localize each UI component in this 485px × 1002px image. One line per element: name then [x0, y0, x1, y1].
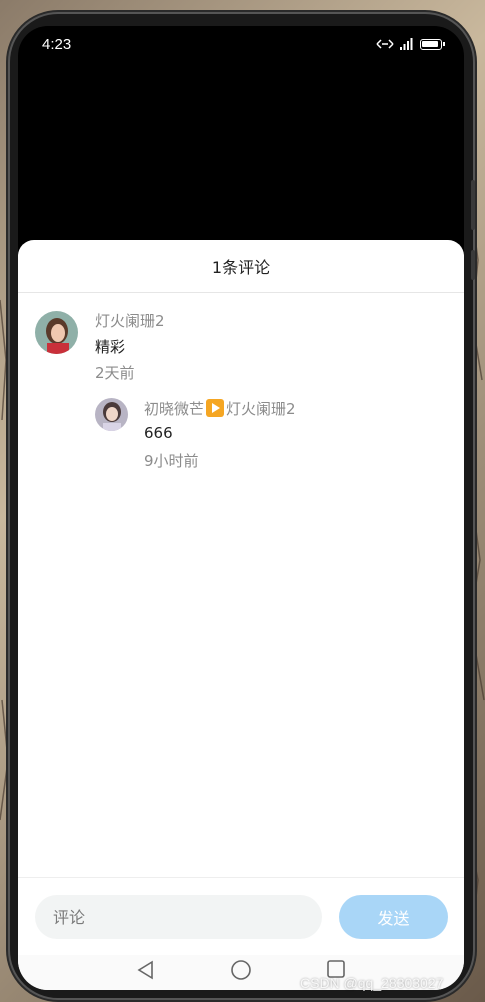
battery-icon [420, 38, 445, 50]
comment-input[interactable] [35, 895, 322, 939]
home-icon[interactable] [230, 959, 252, 981]
avatar[interactable] [35, 311, 78, 354]
comment-input-bar: 发送 [18, 877, 464, 955]
status-time: 4:23 [42, 36, 72, 53]
avatar-image [35, 311, 78, 354]
reply-target[interactable]: 灯火阑珊2 [226, 400, 296, 418]
avatar[interactable] [95, 398, 128, 431]
avatar-image [95, 398, 128, 431]
reply-text: 666 [144, 424, 173, 442]
power-button [471, 250, 475, 280]
status-bar: 4:23 [18, 26, 464, 66]
sheet-title: 1条评论 [18, 240, 464, 293]
data-transfer-icon [376, 39, 394, 49]
watermark: CSDN @qq_28303027 [300, 975, 444, 991]
comment-text: 精彩 [95, 338, 126, 356]
reply-time: 9小时前 [144, 452, 199, 470]
volume-button [471, 180, 475, 230]
reply-arrow-icon [206, 399, 225, 417]
comment-time: 2天前 [95, 364, 135, 382]
comment-sheet: 1条评论 灯火阑珊2 精彩 2天前 初晓微芒 灯火阑珊2 666 9小时前 评论… [18, 240, 464, 990]
comment-author[interactable]: 灯火阑珊2 [95, 310, 165, 331]
send-button[interactable]: 发送 [339, 895, 448, 939]
phone-screen: 4:23 1条评论 灯火阑珊2 精彩 2天前 初晓微芒 灯火阑珊2 666 9小… [18, 26, 464, 990]
reply-author[interactable]: 初晓微芒 [144, 400, 204, 418]
status-icons [376, 38, 445, 50]
reply-author-line: 初晓微芒 灯火阑珊2 [144, 398, 296, 419]
signal-icon [400, 38, 413, 50]
back-icon[interactable] [136, 959, 156, 981]
